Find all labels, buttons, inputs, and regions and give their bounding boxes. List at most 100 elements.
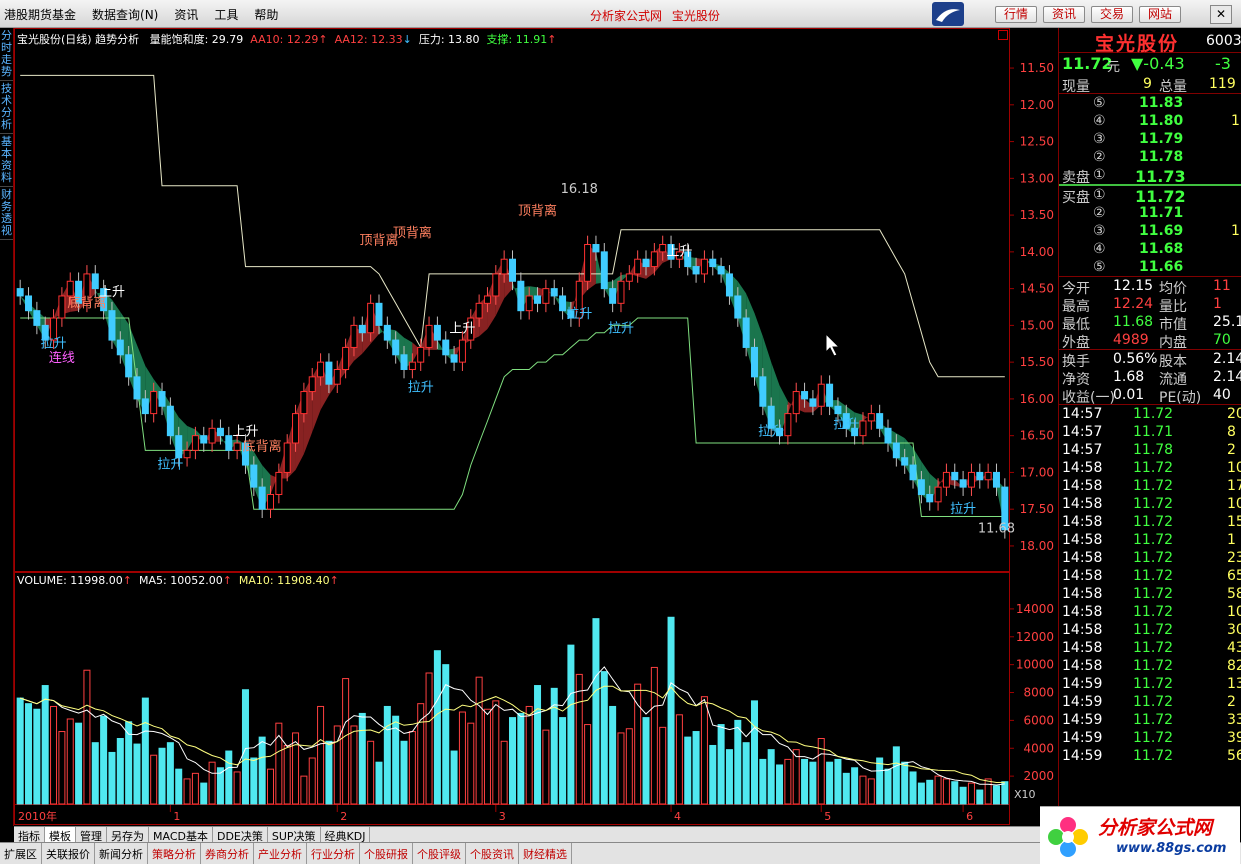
candle bbox=[509, 258, 516, 282]
candle bbox=[909, 464, 917, 481]
volume-bar bbox=[367, 740, 375, 805]
stat-label: 收益(一) bbox=[1062, 390, 1115, 406]
side-tab-0[interactable]: 分时走势 bbox=[0, 28, 13, 81]
volume-bar bbox=[684, 736, 692, 805]
candle bbox=[792, 391, 800, 415]
kline-chart[interactable]: 18.00 17.50 17.00 16.50 16.00 15.50 15.00 14.50… bbox=[14, 28, 1058, 826]
chart-area[interactable]: 18.00 17.50 17.00 16.50 16.00 15.50 15.00 14.50… bbox=[14, 28, 1058, 826]
bottom-link-6[interactable]: 行业分析 bbox=[307, 843, 360, 864]
tick-volume: 30 bbox=[1227, 622, 1241, 638]
chart-annotation: 上升 bbox=[232, 425, 258, 440]
bottom-link-1[interactable]: 关联报价 bbox=[42, 843, 95, 864]
stat-label: 外盘 bbox=[1062, 335, 1090, 351]
stat-label: 内盘 bbox=[1159, 335, 1187, 351]
volume-tick-label: 6000 bbox=[1023, 713, 1054, 727]
side-tab-3[interactable]: 财务透视 bbox=[0, 187, 13, 240]
candle bbox=[692, 266, 700, 275]
candle bbox=[809, 398, 817, 407]
top-button-0[interactable]: 行情 bbox=[995, 6, 1038, 23]
volume-bar bbox=[300, 775, 308, 805]
candle bbox=[175, 435, 183, 459]
volume-bar bbox=[108, 751, 116, 805]
side-tab-2[interactable]: 基本资料 bbox=[0, 134, 13, 187]
side-tab-1[interactable]: 技术分析 bbox=[0, 81, 13, 134]
stat-value: 11.68 bbox=[1113, 314, 1154, 330]
volume-bar bbox=[141, 697, 149, 805]
candle bbox=[834, 405, 842, 415]
indicator-tab-0[interactable]: 指标 bbox=[14, 827, 45, 843]
chart-annotation: 底背离 bbox=[243, 438, 282, 454]
menu-item-2[interactable]: 资讯 bbox=[174, 6, 198, 23]
indicator-tab-2[interactable]: 管理 bbox=[76, 827, 107, 843]
chart-annotation: 拉升 bbox=[950, 502, 976, 517]
order-price: 11.79 bbox=[1139, 131, 1184, 147]
top-button-2[interactable]: 交易 bbox=[1091, 6, 1134, 23]
chart-title: 宝光股份(日线) 趋势分析 bbox=[17, 33, 140, 46]
top-button-3[interactable]: 网站 bbox=[1139, 6, 1182, 23]
indicator-tab-3[interactable]: 另存为 bbox=[107, 827, 149, 843]
stat-value: 1 bbox=[1213, 296, 1222, 312]
tick-row: 14:57 11.78 2 bbox=[1059, 441, 1241, 459]
close-icon[interactable]: ✕ bbox=[1210, 5, 1232, 24]
window-title: 分析家公式网 宝光股份 bbox=[590, 9, 720, 23]
candle bbox=[325, 361, 333, 385]
candle bbox=[709, 258, 717, 268]
order-row: 买盘 ① 11.72 bbox=[1059, 186, 1241, 206]
indicator-tab-5[interactable]: DDE决策 bbox=[213, 827, 268, 843]
stat-value: 40 bbox=[1213, 387, 1231, 403]
candle bbox=[367, 302, 375, 334]
indicator-tab-7[interactable]: 经典KDJ bbox=[321, 827, 371, 843]
volume-bar bbox=[133, 743, 141, 805]
menu-item-3[interactable]: 工具 bbox=[214, 6, 238, 23]
indicator-arrow-icon: ↑ bbox=[318, 33, 328, 46]
bottom-link-9[interactable]: 个股资讯 bbox=[466, 843, 519, 864]
candle bbox=[934, 486, 942, 503]
candle bbox=[216, 427, 224, 437]
volume-bar bbox=[534, 685, 542, 805]
bottom-link-10[interactable]: 财经精选 bbox=[519, 843, 572, 864]
order-index: ③ bbox=[1093, 131, 1106, 147]
price-indicator-1: AA10: 12.29 bbox=[250, 33, 319, 46]
candle bbox=[25, 295, 33, 312]
candle bbox=[191, 435, 199, 451]
bottom-link-5[interactable]: 产业分析 bbox=[254, 843, 307, 864]
bottom-link-3[interactable]: 策略分析 bbox=[148, 843, 201, 864]
tick-row: 14:58 11.72 65 bbox=[1059, 567, 1241, 585]
indicator-tab-6[interactable]: SUP决策 bbox=[268, 827, 321, 843]
volume-bar bbox=[942, 778, 950, 805]
tick-time: 14:57 bbox=[1062, 424, 1103, 440]
price-tick-label: 14.00 bbox=[1020, 245, 1054, 259]
price-tick-label: 15.00 bbox=[1020, 318, 1054, 332]
candle bbox=[759, 376, 767, 407]
menu-item-0[interactable]: 港股期货基金 bbox=[4, 6, 76, 23]
x-month-label: 4 bbox=[674, 810, 681, 823]
candle bbox=[392, 339, 400, 356]
chart-annotation: 拉升 bbox=[41, 336, 67, 351]
menu-item-4[interactable]: 帮助 bbox=[254, 6, 278, 23]
order-volume: 1 bbox=[1231, 113, 1240, 129]
candle bbox=[150, 391, 158, 415]
tick-row: 14:58 11.72 15 bbox=[1059, 513, 1241, 531]
expand-icon[interactable] bbox=[998, 30, 1008, 40]
volume-bar bbox=[926, 779, 934, 805]
volume-bar bbox=[225, 750, 233, 805]
bottom-link-4[interactable]: 券商分析 bbox=[201, 843, 254, 864]
top-button-1[interactable]: 资讯 bbox=[1043, 6, 1086, 23]
mouse-cursor-icon bbox=[825, 332, 841, 357]
x-year-label: 2010年 bbox=[18, 809, 57, 823]
indicator-tab-1[interactable]: 模板 bbox=[45, 827, 76, 843]
bottom-link-8[interactable]: 个股评级 bbox=[413, 843, 466, 864]
bottom-link-7[interactable]: 个股研报 bbox=[360, 843, 413, 864]
bottom-link-2[interactable]: 新闻分析 bbox=[95, 843, 148, 864]
indicator-tab-4[interactable]: MACD基本 bbox=[149, 827, 213, 843]
candle bbox=[659, 244, 667, 253]
price-tick-label: 11.50 bbox=[1020, 61, 1054, 75]
tick-price: 11.78 bbox=[1133, 442, 1174, 458]
volume-bar bbox=[116, 738, 124, 805]
volume-bar bbox=[700, 696, 708, 805]
price-indicator-0: 量能饱和度: 29.79 bbox=[149, 33, 244, 46]
menu-item-1[interactable]: 数据查询(N) bbox=[92, 6, 158, 23]
bottom-link-0[interactable]: 扩展区 bbox=[0, 843, 42, 864]
tick-time: 14:59 bbox=[1062, 676, 1103, 692]
candle bbox=[433, 324, 441, 341]
